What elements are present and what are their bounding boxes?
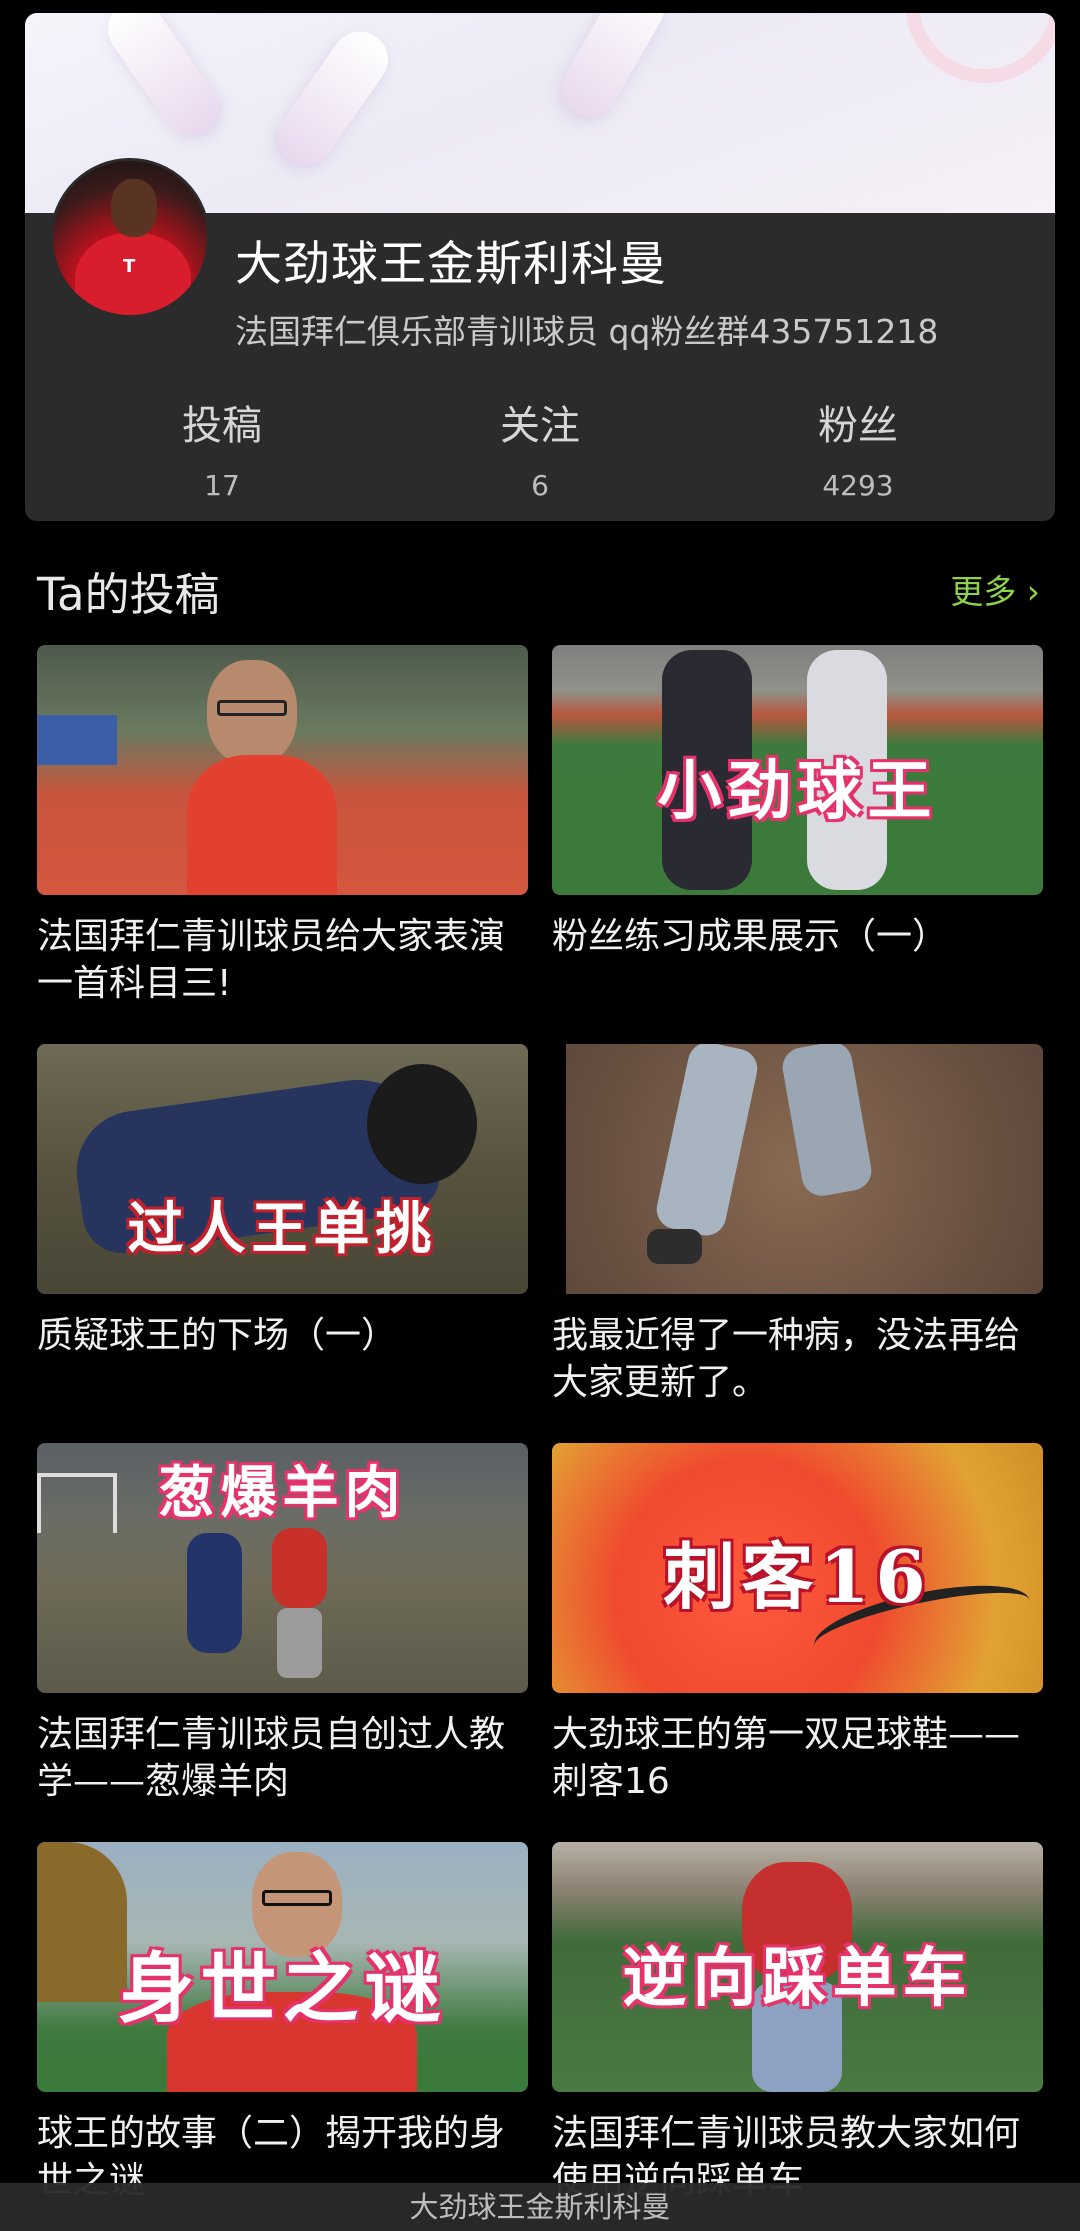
post-thumbnail[interactable]: 过人王单挑 [37, 1044, 528, 1294]
post-thumbnail[interactable]: 刺客16 [552, 1443, 1043, 1693]
profile-bio: 法国拜仁俱乐部青训球员 qq粉丝群435751218 [235, 312, 939, 351]
bottom-title-bar: 大劲球王金斯利科曼 [0, 2183, 1080, 2231]
avatar[interactable]: T [50, 158, 210, 318]
stat-posts-count: 17 [204, 469, 240, 502]
post-thumbnail[interactable] [37, 645, 528, 895]
post-caption: 大劲球王的第一双足球鞋——刺客16 [552, 1714, 1021, 1802]
post-caption: 粉丝练习成果展示（一） [552, 916, 949, 957]
post-thumbnail[interactable] [552, 1044, 1043, 1294]
stat-posts-label: 投稿 [182, 403, 262, 449]
post-card[interactable]: 身世之谜 球王的故事（二）揭开我的身世之谜 [37, 1842, 528, 2204]
post-caption: 质疑球王的下场（一） [37, 1315, 398, 1356]
post-card[interactable]: 刺客16 大劲球王的第一双足球鞋——刺客16 [552, 1443, 1043, 1805]
profile-name: 大劲球王金斯利科曼 [235, 237, 667, 292]
post-overlay-text: 逆向踩单车 [622, 1941, 973, 2016]
post-caption: 我最近得了一种病，没法再给大家更新了。 [552, 1315, 1021, 1403]
post-card[interactable]: 小劲球王 粉丝练习成果展示（一） [552, 645, 1043, 960]
post-caption: 法国拜仁青训球员给大家表演一首科目三! [37, 916, 506, 1004]
post-caption: 法国拜仁青训球员自创过人教学——葱爆羊肉 [37, 1714, 506, 1802]
post-card[interactable]: 法国拜仁青训球员给大家表演一首科目三! [37, 645, 528, 1007]
post-thumbnail[interactable]: 小劲球王 [552, 645, 1043, 895]
section-title: Ta的投稿 [37, 568, 220, 621]
stat-following[interactable]: 关注 6 [440, 393, 640, 502]
post-card[interactable]: 过人王单挑 质疑球王的下场（一） [37, 1044, 528, 1359]
profile-card: T 大劲球王金斯利科曼 法国拜仁俱乐部青训球员 qq粉丝群435751218 投… [25, 13, 1055, 521]
post-thumbnail[interactable]: 逆向踩单车 [552, 1842, 1043, 2092]
stat-followers[interactable]: 粉丝 4293 [758, 393, 958, 502]
stat-following-count: 6 [531, 469, 549, 502]
post-overlay-text: 葱爆羊肉 [158, 1460, 407, 1526]
post-overlay-text: 过人王单挑 [127, 1196, 438, 1262]
stat-followers-count: 4293 [822, 469, 894, 502]
stat-posts[interactable]: 投稿 17 [122, 393, 322, 502]
stat-following-label: 关注 [500, 403, 580, 449]
post-thumbnail[interactable]: 葱爆羊肉 [37, 1443, 528, 1693]
more-link[interactable]: 更多 › [950, 565, 1040, 613]
post-overlay-text: 小劲球王 [657, 754, 938, 829]
post-card[interactable]: 逆向踩单车 法国拜仁青训球员教大家如何使用逆向踩单车 [552, 1842, 1043, 2204]
post-thumbnail[interactable]: 身世之谜 [37, 1842, 528, 2092]
post-card[interactable]: 我最近得了一种病，没法再给大家更新了。 [552, 1044, 1043, 1406]
post-card[interactable]: 葱爆羊肉 法国拜仁青训球员自创过人教学——葱爆羊肉 [37, 1443, 528, 1805]
post-overlay-text: 刺客16 [663, 1534, 932, 1619]
post-overlay-text: 身世之谜 [118, 1944, 447, 2033]
stat-followers-label: 粉丝 [818, 403, 898, 449]
